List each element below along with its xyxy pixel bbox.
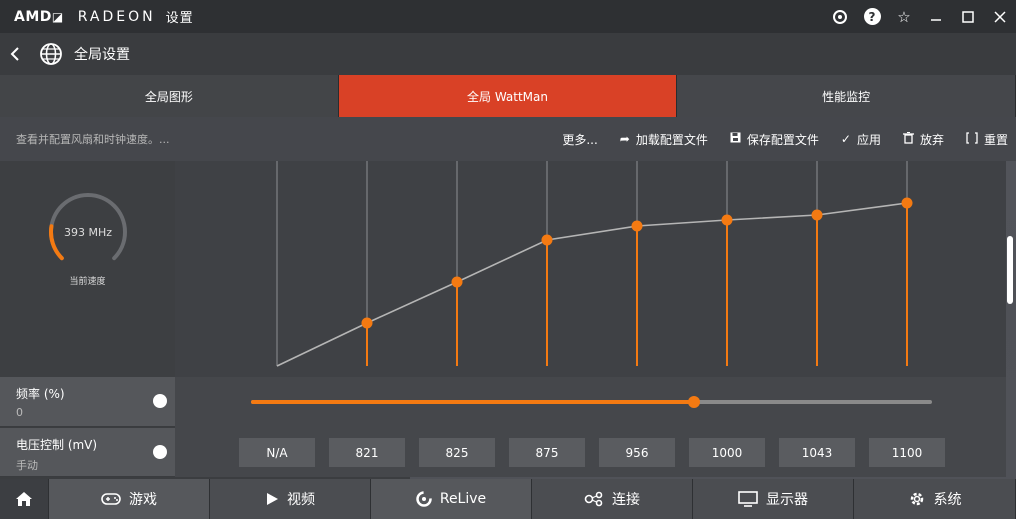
nav-connect-label: 连接 [612, 492, 640, 508]
title-bar: AMD◪ RADEON 设置 ? ☆ [0, 0, 1016, 33]
load-profile-button[interactable]: ➦ 加载配置文件 [620, 131, 708, 148]
play-icon [265, 492, 279, 506]
gauge-label: 当前速度 [69, 277, 106, 287]
page-title: 全局设置 [74, 47, 130, 63]
reset-button[interactable]: 重置 [966, 131, 1008, 148]
nav-relive[interactable]: ReLive [371, 479, 532, 519]
nav-system[interactable]: 系统 [854, 479, 1016, 519]
voltage-input[interactable]: 821 [329, 438, 405, 467]
nav-system-label: 系统 [933, 492, 962, 508]
discard-button[interactable]: 放弃 [902, 131, 944, 148]
reset-label: 重置 [983, 132, 1008, 147]
save-icon [730, 132, 741, 146]
scrollbar[interactable] [1007, 236, 1013, 304]
radeon-logo: RADEON [77, 8, 156, 25]
chart-svg [276, 161, 913, 367]
frequency-control: 频率 (%) 0 [0, 377, 175, 427]
speed-gauge: 393 MHz [47, 191, 129, 273]
back-button[interactable] [0, 33, 30, 75]
reset-icon [966, 131, 978, 147]
bottom-nav: 游戏 视频 ReLive 连接 显示器 系统 [0, 479, 1016, 519]
frequency-value: 0 [16, 406, 23, 419]
state-point[interactable] [721, 214, 733, 226]
gamepad-icon [101, 492, 121, 506]
nav-display-label: 显示器 [766, 492, 808, 508]
state-point[interactable] [901, 197, 913, 209]
state-point[interactable] [811, 209, 823, 221]
home-button[interactable] [0, 479, 49, 519]
nav-video-label: 视频 [287, 492, 315, 508]
voltage-input[interactable]: 875 [509, 438, 585, 467]
voltage-label: 电压控制 (mV) [16, 438, 98, 452]
trash-icon [902, 131, 914, 147]
voltage-value: 手动 [16, 459, 38, 472]
curve-line [276, 202, 908, 367]
gauge-value: 393 MHz [63, 225, 113, 239]
home-icon [16, 492, 32, 506]
checkmark-icon: ✓ [840, 132, 851, 146]
nav-gaming-label: 游戏 [129, 492, 157, 508]
state-point[interactable] [451, 276, 463, 288]
nav-gaming[interactable]: 游戏 [49, 479, 210, 519]
toolbar: 查看并配置风扇和时钟速度。... 更多... ➦ 加载配置文件 保存配置文件 ✓… [0, 117, 1016, 161]
save-profile-button[interactable]: 保存配置文件 [730, 131, 819, 148]
voltage-toggle[interactable] [153, 445, 167, 459]
load-profile-label: 加载配置文件 [635, 132, 708, 147]
help-icon[interactable]: ? [856, 0, 888, 33]
share-arrow-icon: ➦ [619, 132, 630, 146]
slider-thumb[interactable] [687, 396, 700, 408]
amd-logo: AMD◪ [14, 8, 64, 25]
gear-icon [908, 490, 926, 508]
page-description: 查看并配置风扇和时钟速度。... [16, 133, 170, 146]
nav-relive-label: ReLive [439, 491, 487, 507]
voltage-input[interactable]: 1043 [779, 438, 855, 467]
close-icon[interactable] [984, 0, 1016, 33]
voltage-control: 电压控制 (mV) 手动 [0, 428, 175, 477]
voltage-input[interactable]: 1000 [689, 438, 765, 467]
frequency-voltage-chart [175, 161, 1006, 377]
frequency-slider[interactable] [251, 396, 932, 408]
voltage-input[interactable]: 825 [419, 438, 495, 467]
nav-connect[interactable]: 连接 [532, 479, 693, 519]
voltage-input[interactable]: 1100 [869, 438, 945, 467]
nav-display[interactable]: 显示器 [693, 479, 854, 519]
frequency-label: 频率 (%) [16, 387, 65, 401]
apply-label: 应用 [856, 132, 881, 147]
more-label: 更多... [562, 132, 598, 147]
state-point[interactable] [631, 220, 643, 232]
discard-label: 放弃 [919, 132, 944, 147]
speed-panel: 393 MHz 当前速度 [0, 161, 175, 377]
app-title: 设置 [165, 11, 194, 26]
tab-global-graphics[interactable]: 全局图形 [0, 75, 339, 117]
connect-icon [584, 491, 604, 507]
relive-icon [416, 491, 432, 507]
globe-icon [38, 41, 64, 67]
star-icon[interactable]: ☆ [888, 0, 920, 33]
tab-bar: 全局图形 全局 WattMan 性能监控 [0, 75, 1016, 117]
slider-area: N/A 821 825 875 956 1000 1043 1100 [175, 377, 1006, 477]
frequency-toggle[interactable] [153, 394, 167, 408]
minimize-icon[interactable] [920, 0, 952, 33]
maximize-icon[interactable] [952, 0, 984, 33]
state-point[interactable] [541, 234, 553, 246]
slider-fill [251, 400, 694, 404]
more-button[interactable]: 更多... [562, 131, 597, 148]
state-point[interactable] [361, 317, 373, 329]
tab-performance-monitor[interactable]: 性能监控 [677, 75, 1016, 117]
apply-button[interactable]: ✓ 应用 [841, 131, 881, 148]
refresh-icon[interactable] [824, 0, 856, 33]
save-profile-label: 保存配置文件 [746, 132, 819, 147]
voltage-input[interactable]: 956 [599, 438, 675, 467]
page-header: 全局设置 [0, 33, 1016, 75]
tab-global-wattman[interactable]: 全局 WattMan [338, 75, 678, 117]
nav-video[interactable]: 视频 [210, 479, 371, 519]
monitor-icon [738, 491, 758, 507]
voltage-input[interactable]: N/A [239, 438, 315, 467]
